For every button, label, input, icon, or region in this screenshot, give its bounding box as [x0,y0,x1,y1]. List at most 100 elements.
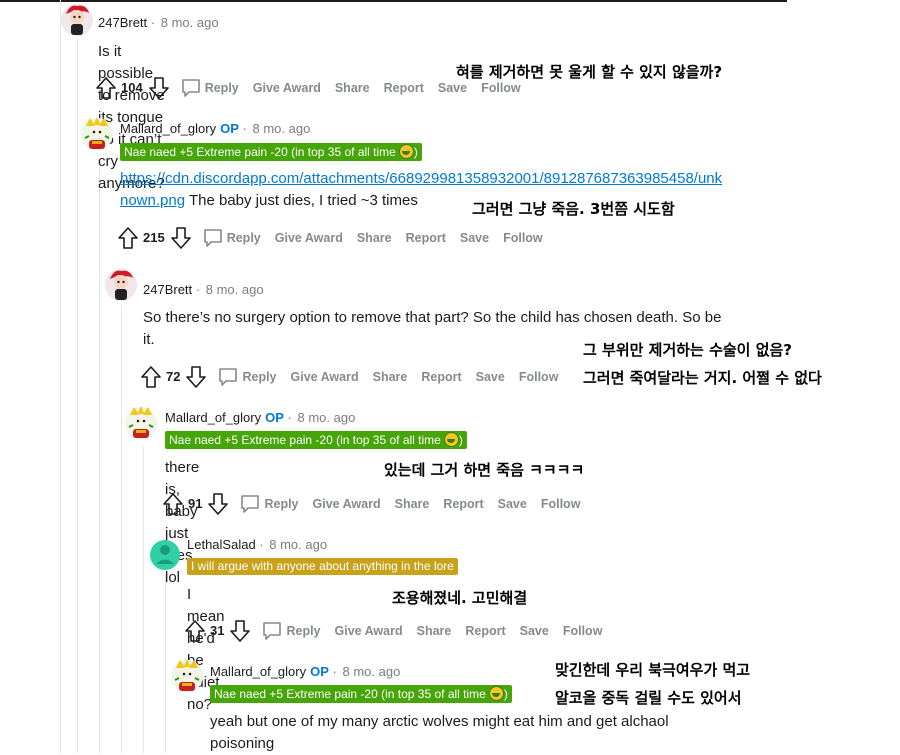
avatar[interactable] [104,267,138,303]
reply-button[interactable]: Reply [228,492,299,516]
report-button[interactable]: Report [406,226,446,250]
avatar[interactable] [80,116,114,152]
upvote-icon[interactable] [185,620,205,642]
flair-close-paren: ) [503,687,508,701]
comment-meta: 247Brett · 8 mo. ago [98,15,219,30]
follow-button[interactable]: Follow [503,226,543,250]
username[interactable]: Mallard_of_glory [165,410,261,425]
downvote-icon[interactable] [230,620,250,642]
thread-line[interactable] [121,305,122,753]
comment-bubble-icon [262,621,282,641]
thread-line[interactable] [60,0,61,753]
give-award-button[interactable]: Give Award [253,76,321,100]
user-flair: I will argue with anyone about anything … [187,558,458,575]
avatar[interactable] [124,405,158,441]
reply-button[interactable]: Reply [169,76,239,100]
upvote-icon[interactable] [96,77,116,99]
give-award-button[interactable]: Give Award [335,619,403,643]
downvote-icon[interactable] [186,366,206,388]
separator-dot: · [242,121,247,136]
username[interactable]: LethalSalad [187,537,256,552]
avatar[interactable] [148,537,182,573]
downvote-icon[interactable] [171,227,191,249]
link-text-line2: nown.png [120,192,186,209]
save-button[interactable]: Save [460,226,489,250]
separator-dot: · [259,537,264,552]
report-button[interactable]: Report [465,619,505,643]
report-button[interactable]: Report [384,76,424,100]
report-button[interactable]: Report [443,492,483,516]
flair-text: Nae naed +5 Extreme pain -20 (in top 35 … [124,145,396,159]
comment-text-line2: it. [143,331,155,348]
username[interactable]: Mallard_of_glory [210,664,306,679]
link-text-line1: https://cdn.discordapp.com/attachments/6… [120,170,723,187]
save-button[interactable]: Save [498,492,527,516]
username[interactable]: Mallard_of_glory [120,121,216,136]
upvote-icon[interactable] [118,227,138,249]
timestamp[interactable]: 8 mo. ago [269,537,327,552]
share-button[interactable]: Share [417,619,452,643]
separator-dot: · [332,664,337,679]
avatar[interactable] [170,658,204,694]
thread-line[interactable] [99,160,100,753]
report-button[interactable]: Report [421,365,461,389]
reply-label: Reply [264,496,299,511]
share-button[interactable]: Share [395,492,430,516]
username[interactable]: 247Brett [143,282,192,297]
thread-line[interactable] [77,38,78,753]
korean-translation: 맞긴한데 우리 북극여우가 먹고 [555,661,751,679]
thread-line[interactable] [165,574,166,753]
reply-label: Reply [242,369,277,384]
comment-meta: LethalSalad · 8 mo. ago [187,537,327,552]
avatar[interactable] [60,2,94,38]
timestamp[interactable]: 8 mo. ago [161,15,219,30]
give-award-button[interactable]: Give Award [313,492,381,516]
flair-text: Nae naed +5 Extreme pain -20 (in top 35 … [169,433,441,447]
reply-button[interactable]: Reply [191,226,261,250]
downvote-icon[interactable] [208,493,228,515]
korean-translation: 그러면 그냥 죽음. 3번쯤 시도함 [472,200,675,218]
vote-count: 104 [121,79,143,95]
flair-emoji-icon [443,432,459,447]
op-badge: OP [265,410,284,425]
comment-meta: Mallard_of_glory OP · 8 mo. ago [120,121,310,136]
user-flair: Nae naed +5 Extreme pain -20 (in top 35 … [120,143,422,161]
upvote-icon[interactable] [141,366,161,388]
save-button[interactable]: Save [476,365,505,389]
reply-label: Reply [226,230,261,245]
share-button[interactable]: Share [357,226,392,250]
comment-text: The baby just dies, I tried ~3 times [185,192,418,209]
flair-close-paren: ) [458,433,463,447]
comment-actions: 215 Reply Give Award Share Report Save Follow [118,225,543,249]
share-button[interactable]: Share [373,365,408,389]
korean-translation: 조용해졌네. 고민해결 [392,589,528,607]
reply-label: Reply [286,623,321,638]
downvote-icon[interactable] [149,77,169,99]
give-award-button[interactable]: Give Award [291,365,359,389]
comment-actions: 72 Reply Give Award Share Report Save Follow [141,364,558,388]
comment-meta: Mallard_of_glory OP · 8 mo. ago [210,664,400,679]
thread-line[interactable] [143,446,144,753]
timestamp[interactable]: 8 mo. ago [298,410,356,425]
timestamp[interactable]: 8 mo. ago [343,664,401,679]
share-button[interactable]: Share [335,76,370,100]
top-rule [0,0,787,2]
username[interactable]: 247Brett [98,15,147,30]
comment-bubble-icon [181,78,201,98]
separator-dot: · [195,282,201,297]
follow-button[interactable]: Follow [563,619,603,643]
timestamp[interactable]: 8 mo. ago [253,121,311,136]
follow-button[interactable]: Follow [519,365,559,389]
comment-bubble-icon [203,228,223,248]
reply-button[interactable]: Reply [206,365,277,389]
upvote-icon[interactable] [163,493,183,515]
give-award-button[interactable]: Give Award [275,226,343,250]
flair-emoji-icon [488,686,504,701]
comment-meta: 247Brett · 8 mo. ago [143,282,264,297]
follow-button[interactable]: Follow [541,492,581,516]
save-button[interactable]: Save [520,619,549,643]
vote-count: 31 [210,622,225,638]
user-flair: Nae naed +5 Extreme pain -20 (in top 35 … [210,685,512,703]
reply-button[interactable]: Reply [250,619,321,643]
timestamp[interactable]: 8 mo. ago [206,282,264,297]
